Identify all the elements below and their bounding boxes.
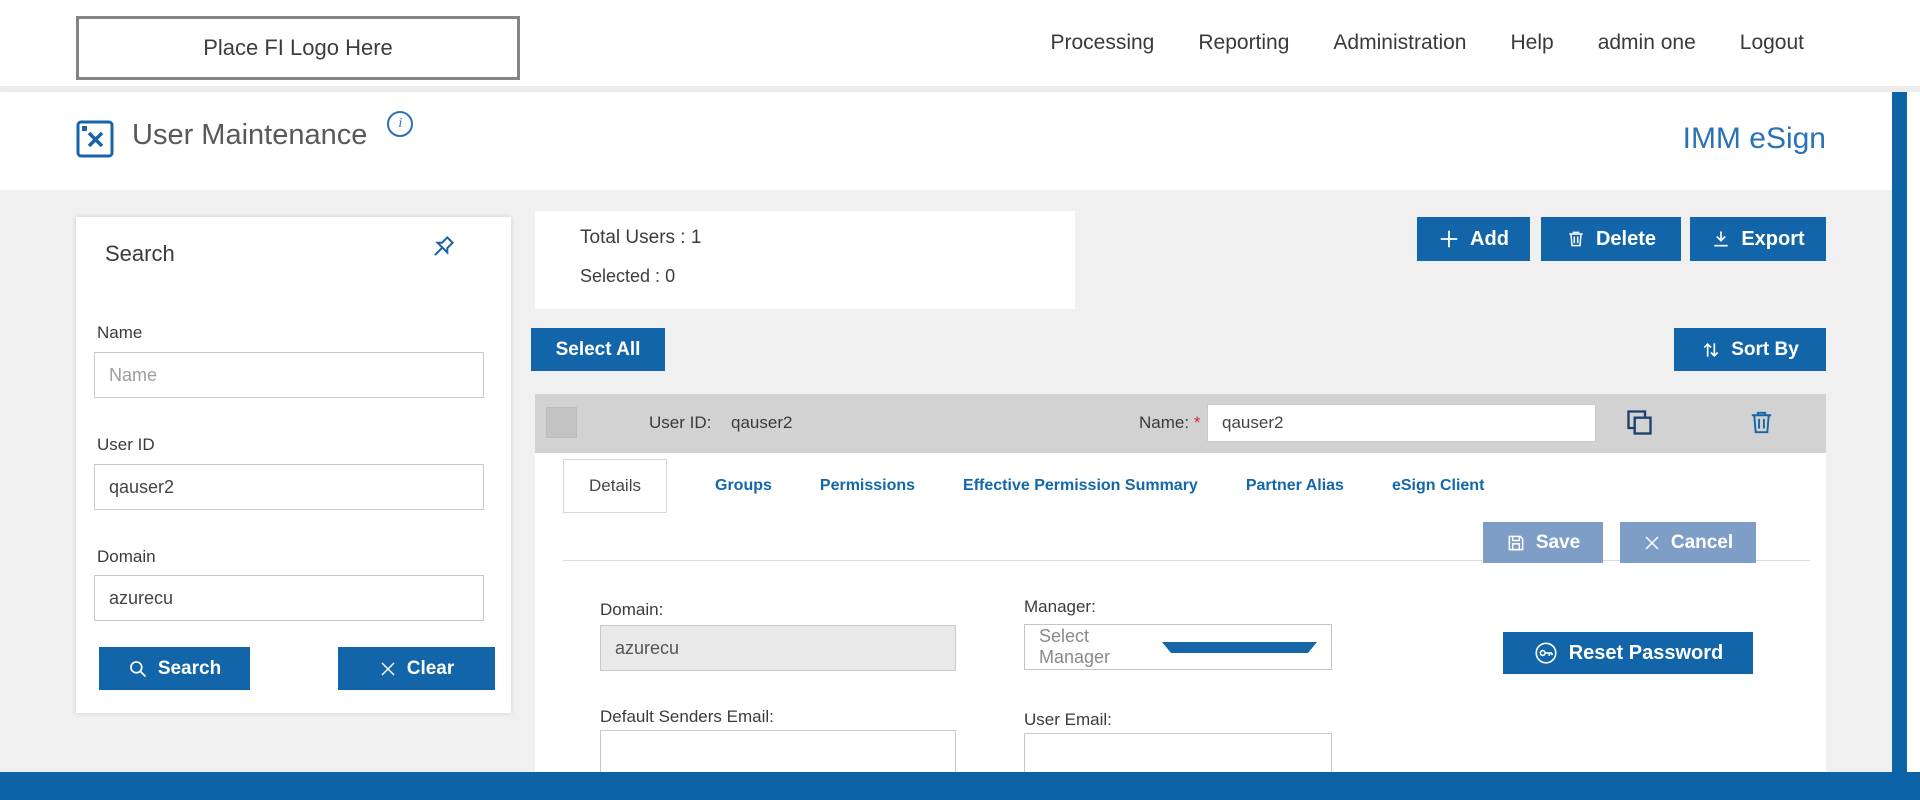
selected-text: Selected : 0 [580, 266, 675, 287]
right-scrollbar-strip[interactable] [1892, 92, 1907, 800]
nav-item-reporting[interactable]: Reporting [1198, 31, 1289, 55]
caret-down-icon [1162, 642, 1317, 653]
row-name-label: Name: * [1139, 413, 1200, 433]
page-title: User Maintenance [132, 119, 367, 152]
search-button[interactable]: Search [99, 647, 250, 690]
user-email-input[interactable] [1024, 733, 1332, 772]
user-maintenance-page: Place FI Logo Here Processing Reporting … [0, 0, 1920, 800]
cancel-x-icon [1643, 534, 1661, 552]
reset-password-label: Reset Password [1569, 642, 1724, 665]
search-name-input[interactable] [94, 352, 484, 398]
search-domain-input[interactable] [94, 575, 484, 621]
total-users-text: Total Users : 1 [580, 227, 701, 249]
title-bar: User Maintenance i IMM eSign [0, 92, 1892, 190]
name-label-text: Name: [1139, 413, 1189, 432]
search-panel-title: Search [105, 241, 175, 267]
total-users-label: Total Users : [580, 227, 686, 248]
user-maintenance-page-icon [76, 120, 114, 158]
user-row: User ID: qauser2 Name: * [535, 394, 1826, 453]
delete-button[interactable]: Delete [1541, 217, 1681, 261]
reset-password-button[interactable]: Reset Password [1503, 632, 1753, 674]
search-button-label: Search [158, 658, 221, 680]
user-email-label: User Email: [1024, 710, 1112, 730]
tab-esign-client[interactable]: eSign Client [1392, 459, 1484, 513]
row-name-input[interactable] [1207, 404, 1596, 442]
delete-user-button[interactable] [1747, 408, 1776, 440]
cancel-button[interactable]: Cancel [1620, 522, 1756, 563]
tab-strip: Details Groups Permissions Effective Per… [563, 459, 1484, 513]
export-download-icon [1711, 229, 1731, 249]
sort-arrows-icon [1701, 340, 1721, 360]
export-button-label: Export [1741, 228, 1804, 251]
selected-label: Selected : [580, 266, 660, 286]
select-all-label: Select All [556, 339, 641, 361]
total-users-value: 1 [691, 227, 702, 248]
plus-icon [1438, 228, 1460, 250]
add-button[interactable]: Add [1417, 217, 1530, 261]
fi-logo-placeholder: Place FI Logo Here [76, 16, 520, 80]
search-panel: Search Name User ID Domain Search Clear [76, 217, 511, 713]
sort-by-label: Sort By [1731, 339, 1799, 361]
nav-item-processing[interactable]: Processing [1050, 31, 1154, 55]
nav-item-administration[interactable]: Administration [1333, 31, 1466, 55]
key-circle-icon [1533, 640, 1559, 666]
delete-button-label: Delete [1596, 228, 1656, 251]
info-icon[interactable]: i [387, 111, 413, 137]
save-floppy-icon [1506, 533, 1526, 553]
required-asterisk: * [1194, 413, 1201, 432]
cancel-button-label: Cancel [1671, 532, 1733, 554]
clear-button-label: Clear [407, 658, 455, 680]
row-checkbox[interactable] [546, 407, 577, 438]
row-trash-icon [1747, 408, 1776, 437]
add-button-label: Add [1470, 228, 1509, 251]
copy-icon [1623, 406, 1656, 439]
top-nav: Processing Reporting Administration Help… [1050, 0, 1804, 86]
nav-item-help[interactable]: Help [1510, 31, 1553, 55]
selected-value: 0 [665, 266, 675, 286]
save-button[interactable]: Save [1483, 522, 1603, 563]
copy-user-button[interactable] [1623, 406, 1656, 442]
search-userid-input[interactable] [94, 464, 484, 510]
search-userid-label: User ID [97, 435, 155, 455]
manager-select[interactable]: Select Manager [1024, 624, 1332, 670]
manager-selected-value: Select Manager [1025, 626, 1162, 668]
trash-icon [1566, 229, 1586, 249]
domain-field [600, 625, 956, 671]
save-button-label: Save [1536, 532, 1580, 554]
select-all-button[interactable]: Select All [531, 328, 665, 371]
pin-icon[interactable] [427, 233, 459, 265]
sort-by-button[interactable]: Sort By [1674, 328, 1826, 371]
export-button[interactable]: Export [1690, 217, 1826, 261]
user-id-label: User ID: [649, 413, 711, 433]
tab-groups[interactable]: Groups [715, 459, 772, 513]
manager-field-label: Manager: [1024, 597, 1096, 617]
fi-logo-text: Place FI Logo Here [203, 35, 393, 61]
nav-item-logout[interactable]: Logout [1740, 31, 1804, 55]
tab-effective-permission-summary[interactable]: Effective Permission Summary [963, 459, 1198, 513]
nav-item-admin-one[interactable]: admin one [1598, 31, 1696, 55]
tab-partner-alias[interactable]: Partner Alias [1246, 459, 1344, 513]
search-icon [128, 659, 148, 679]
tab-permissions[interactable]: Permissions [820, 459, 915, 513]
tab-details[interactable]: Details [563, 459, 667, 513]
top-header: Place FI Logo Here Processing Reporting … [0, 0, 1920, 92]
user-id-value: qauser2 [731, 413, 792, 433]
footer-bar [0, 772, 1920, 800]
search-name-label: Name [97, 323, 142, 343]
domain-field-label: Domain: [600, 600, 663, 620]
brand-logo-text: IMM eSign [1683, 122, 1826, 156]
stats-card: Total Users : 1 Selected : 0 [535, 211, 1075, 309]
user-details-panel: Details Groups Permissions Effective Per… [535, 453, 1826, 772]
search-domain-label: Domain [97, 547, 156, 567]
clear-x-icon [379, 660, 397, 678]
default-senders-email-label: Default Senders Email: [600, 707, 774, 727]
clear-button[interactable]: Clear [338, 647, 495, 690]
default-senders-email-input[interactable] [600, 730, 956, 772]
